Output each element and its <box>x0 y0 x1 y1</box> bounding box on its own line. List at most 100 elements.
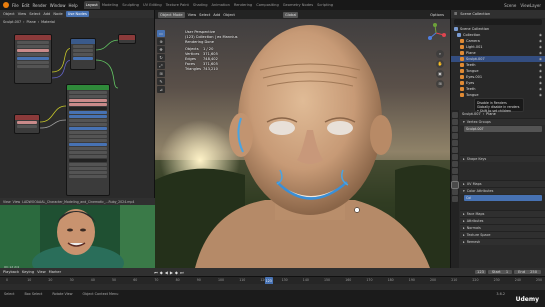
scene-tab-icon[interactable] <box>452 140 458 146</box>
principled-bsdf-node[interactable] <box>66 84 110 196</box>
vp-menu-add[interactable]: Add <box>213 13 220 17</box>
pip-view-menu[interactable]: View <box>3 200 11 204</box>
tab-sculpting[interactable]: Sculpting <box>120 1 141 9</box>
timeline-menu-view[interactable]: View <box>37 270 46 274</box>
timeline-menu-marker[interactable]: Marker <box>49 270 61 274</box>
section-color-attributes[interactable]: ▾ Color Attributes <box>460 187 545 194</box>
vp-menu-object[interactable]: Object <box>223 13 235 17</box>
cursor-tool-icon[interactable]: ⊕ <box>157 38 165 45</box>
material-tab-icon[interactable] <box>452 189 458 195</box>
outliner-search-input[interactable] <box>454 19 542 25</box>
section-remesh[interactable]: ▸ Remesh <box>460 238 545 245</box>
vp-menu-select[interactable]: Select <box>199 13 210 17</box>
zoom-icon[interactable]: ⌕ <box>436 50 444 58</box>
texture-tab-icon[interactable] <box>452 196 458 202</box>
particles-tab-icon[interactable] <box>452 168 458 174</box>
tab-texture-paint[interactable]: Texture Paint <box>164 1 191 9</box>
start-frame-field[interactable]: Start 1 <box>487 270 513 274</box>
play-icon[interactable]: ▶ <box>170 270 173 275</box>
visibility-eye-icon[interactable]: ◉ <box>539 51 542 55</box>
section-normals[interactable]: ▸ Normals <box>460 224 545 231</box>
modifier-tab-icon[interactable] <box>452 161 458 167</box>
object-tab-icon[interactable] <box>452 154 458 160</box>
visibility-eye-icon[interactable]: ◉ <box>539 93 542 97</box>
view-layer-selector[interactable]: ViewLayer <box>520 3 541 8</box>
transform-orientation-dropdown[interactable]: Global <box>282 11 299 18</box>
menu-edit[interactable]: Edit <box>22 3 30 8</box>
outliner-display-mode-icon[interactable]: ☰ <box>454 12 457 16</box>
timeline-menu-keying[interactable]: Keying <box>22 270 34 274</box>
current-frame-field[interactable]: 123 <box>475 270 486 274</box>
section-face-maps[interactable]: ▸ Face Maps <box>460 210 545 217</box>
menu-help[interactable]: Help <box>68 3 77 8</box>
vp-menu-view[interactable]: View <box>188 13 197 17</box>
tab-compositing[interactable]: Compositing <box>254 1 281 9</box>
prev-key-icon[interactable]: ◆ <box>160 270 163 275</box>
visibility-eye-icon[interactable]: ◉ <box>539 75 542 79</box>
view-layer-tab-icon[interactable] <box>452 133 458 139</box>
output-tab-icon[interactable] <box>452 126 458 132</box>
tab-modeling[interactable]: Modeling <box>100 1 120 9</box>
navigation-gizmo-icon[interactable] <box>426 23 446 43</box>
visibility-eye-icon[interactable]: ◉ <box>539 57 542 61</box>
section-attributes[interactable]: ▸ Attributes <box>460 217 545 224</box>
section-texture-space[interactable]: ▸ Texture Space <box>460 231 545 238</box>
shader-node-editor[interactable]: Object View Select Add Node Use Nodes Sc… <box>0 10 155 198</box>
world-tab-icon[interactable] <box>452 147 458 153</box>
tool-tab-icon[interactable] <box>452 112 458 118</box>
camera-view-icon[interactable]: ▣ <box>436 70 444 78</box>
visibility-eye-icon[interactable]: ◉ <box>539 87 542 91</box>
tab-scripting[interactable]: Scripting <box>315 1 335 9</box>
physics-tab-icon[interactable] <box>452 175 458 181</box>
tab-layout[interactable]: Layout <box>83 1 100 9</box>
perspective-toggle-icon[interactable]: ⊞ <box>436 80 444 88</box>
rotate-tool-icon[interactable]: ↻ <box>157 54 165 61</box>
render-tab-icon[interactable] <box>452 119 458 125</box>
output-node[interactable] <box>118 34 136 44</box>
object-mode-dropdown[interactable]: Object Mode <box>158 11 185 18</box>
move-tool-icon[interactable]: ✥ <box>157 46 165 53</box>
menu-window[interactable]: Window <box>50 3 66 8</box>
mapping-node[interactable] <box>70 38 96 70</box>
visibility-eye-icon[interactable]: ◉ <box>539 45 542 49</box>
color-ramp-node[interactable] <box>14 114 40 134</box>
visibility-eye-icon[interactable]: ◉ <box>539 81 542 85</box>
play-reverse-icon[interactable]: ◀ <box>165 270 168 275</box>
select-box-tool-icon[interactable]: ▭ <box>157 30 165 37</box>
tab-uv-editing[interactable]: UV Editing <box>141 1 164 9</box>
tab-shading[interactable]: Shading <box>191 1 210 9</box>
3d-viewport[interactable]: Object Mode View Select Add Object Globa… <box>155 10 450 268</box>
section-vertex-groups[interactable]: ▾ Vertex Groups <box>460 118 545 125</box>
tab-animation[interactable]: Animation <box>210 1 232 9</box>
playhead-current-frame[interactable]: 123 <box>264 277 273 284</box>
section-shape-keys[interactable]: ▸ Shape Keys <box>460 155 545 162</box>
end-frame-field[interactable]: End 250 <box>514 270 541 274</box>
object-data-tab-icon[interactable] <box>451 181 459 189</box>
menu-render[interactable]: Render <box>32 3 46 8</box>
jump-start-icon[interactable]: ⏮ <box>154 270 158 275</box>
color-attribute-list-item[interactable]: Col <box>464 195 542 201</box>
menu-file[interactable]: File <box>12 3 19 8</box>
blender-logo-icon[interactable] <box>3 2 9 8</box>
scale-tool-icon[interactable]: ⤢ <box>157 62 165 69</box>
measure-tool-icon[interactable]: ⊿ <box>157 86 165 93</box>
options-dropdown[interactable]: Options <box>430 13 444 17</box>
section-uv-maps[interactable]: ▸ UV Maps <box>460 180 545 187</box>
vertex-group-list-item[interactable]: Sculpt.007 <box>464 126 542 132</box>
texture-coordinate-node[interactable] <box>14 34 52 84</box>
annotate-tool-icon[interactable]: ✎ <box>157 78 165 85</box>
visibility-eye-icon[interactable]: ◉ <box>539 63 542 67</box>
timeline-menu-playback[interactable]: Playback <box>3 270 19 274</box>
scene-selector[interactable]: Scene <box>504 3 516 8</box>
tab-rendering[interactable]: Rendering <box>232 1 254 9</box>
tab-geometry-nodes[interactable]: Geometry Nodes <box>281 1 315 9</box>
pan-hand-icon[interactable]: ✋ <box>436 60 444 68</box>
timeline-ruler[interactable]: 0 10 20 30 40 50 60 70 80 90 100 110 120 130 140 150 160… <box>0 276 545 284</box>
visibility-eye-icon[interactable]: ◉ <box>539 39 542 43</box>
transform-tool-icon[interactable]: ⊞ <box>157 70 165 77</box>
pip-view2-menu[interactable]: View <box>13 200 21 204</box>
visibility-eye-icon[interactable]: ◉ <box>539 33 542 37</box>
jump-end-icon[interactable]: ⏭ <box>180 270 184 275</box>
visibility-eye-icon[interactable]: ◉ <box>539 69 542 73</box>
next-key-icon[interactable]: ◆ <box>175 270 178 275</box>
